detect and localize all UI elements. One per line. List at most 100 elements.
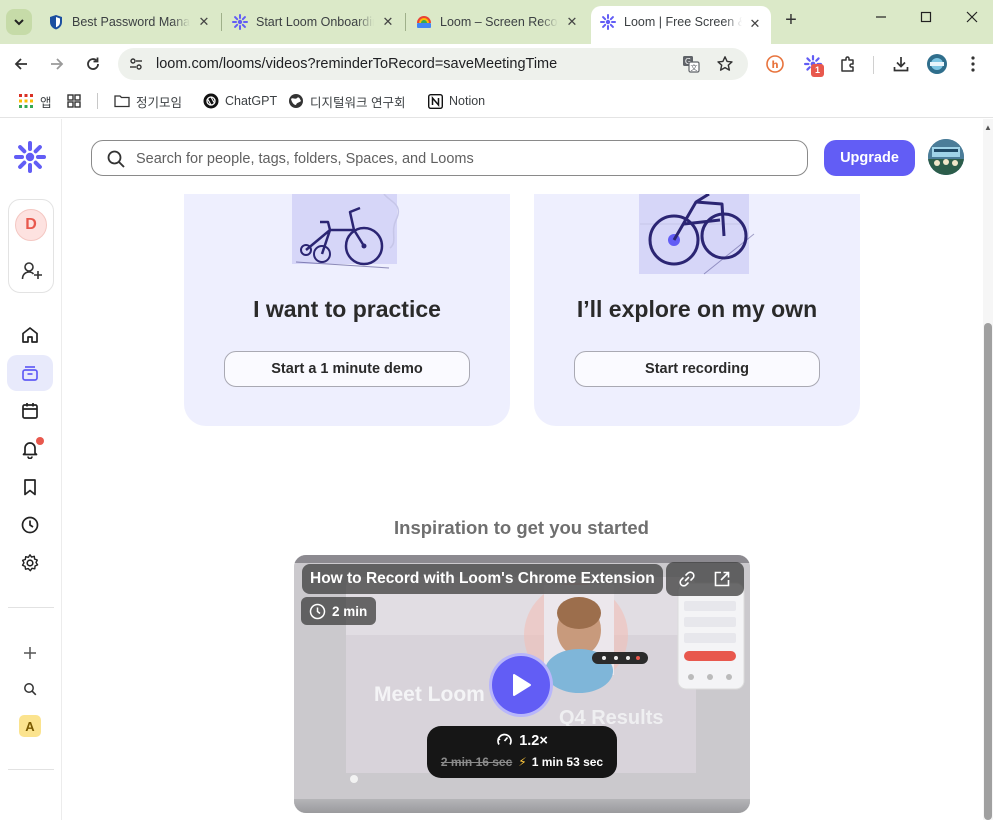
new-tab-button[interactable]: + [780,10,802,32]
lightning-icon: ⚡ [518,755,527,769]
toolbar-divider [873,56,874,74]
maximize-button[interactable] [914,10,938,32]
tab-label: Start Loom Onboarding [256,15,374,29]
translate-icon[interactable]: G文 [682,55,700,73]
profile-avatar-icon[interactable] [926,53,948,75]
tab-loom-recorder[interactable]: Loom – Screen Recorder ✕ [416,8,586,36]
reload-button[interactable] [82,53,104,75]
bookmark-label: 앱 [40,95,52,110]
start-demo-button[interactable]: Start a 1 minute demo [224,351,470,387]
reload-icon [87,57,99,70]
speed-row: 1.2× [427,732,617,749]
close-icon[interactable]: ✕ [380,14,396,30]
original-duration: 2 min 16 sec [440,755,513,769]
sidebar-item-space[interactable]: A [7,708,53,744]
bookmark-digital-work[interactable]: 디지털워크 연구회 [288,92,405,110]
tab-label: Loom | Free Screen & Video Recording [624,15,742,29]
extension-badge: 1 [811,64,824,77]
maximize-icon [920,11,932,23]
url-text[interactable]: loom.com/looms/videos?reminderToRecord=s… [156,56,557,72]
bookmark-tab-groups[interactable] [66,92,88,110]
tab-strip: Best Password Manager ✕ Start Loom Onboa… [0,0,993,44]
tab-label: Best Password Manager [72,15,190,29]
page-scrollbar[interactable]: ▲ [983,119,993,820]
bookmark-star-icon[interactable] [716,55,734,73]
sidebar-item-notifications[interactable] [7,431,53,467]
close-icon[interactable]: ✕ [196,14,212,30]
tab-loom-active[interactable]: Loom | Free Screen & Video Recording ✕ [591,6,771,44]
tab-divider [405,13,406,31]
chatgpt-icon [203,93,219,109]
link-icon[interactable] [678,570,696,588]
minimize-button[interactable] [869,10,893,32]
sidebar-divider [8,607,54,608]
extension-honey-icon[interactable]: h [764,53,786,75]
speed-indicator[interactable]: 1.2× 2 min 16 sec ⚡ 1 min 53 sec [427,726,617,778]
apps-grid-icon [18,93,34,109]
bookmarks-bar: 앱 정기모임 ChatGPT 디지털워크 연구회 Notion [0,84,993,118]
loom-logo-icon[interactable] [13,140,47,174]
bookmark-label: Notion [449,94,486,108]
play-button[interactable] [489,653,553,717]
extensions-puzzle-icon[interactable] [837,53,859,75]
speed-value: 1.2× [519,732,548,749]
card-title: I’ll explore on my own [576,296,818,322]
workspace-avatar[interactable]: D [15,209,47,241]
scrollbar-thumb[interactable] [984,323,992,820]
sidebar-item-watch-later[interactable] [7,469,53,505]
tab-password-manager[interactable]: Best Password Manager ✕ [48,8,218,36]
back-button[interactable] [10,53,32,75]
sidebar-item-settings[interactable] [7,545,53,581]
close-icon[interactable]: ✕ [747,16,763,32]
extension-loom-icon[interactable]: 1 [802,53,824,77]
video-progress-bar[interactable] [294,799,750,813]
library-icon [22,366,38,381]
scroll-up-icon[interactable]: ▲ [983,123,993,133]
video-title[interactable]: How to Record with Loom's Chrome Extensi… [302,564,663,594]
tab-loom-onboarding[interactable]: Start Loom Onboarding ✕ [232,8,402,36]
plus-icon [24,647,36,659]
loom-page: D A Search for people, tags, folders, Sp… [0,119,993,820]
sidebar-item-meetings[interactable] [7,393,53,429]
calendar-icon [22,403,38,419]
video-player[interactable]: Meet Loom Q4 Results How to Record with … [294,555,750,813]
tab-search-button[interactable] [6,9,32,35]
kids-bike-illustration-icon [292,194,400,269]
arrow-right-icon [51,58,64,70]
duration-text: 2 min [332,603,368,619]
site-settings-icon[interactable] [128,56,144,72]
bookmark-apps[interactable]: 앱 [18,92,52,110]
bookmark-notion[interactable]: Notion [427,92,485,110]
gear-icon [21,554,39,572]
shield-icon [48,14,64,30]
search-bar[interactable] [91,140,808,176]
search-input[interactable] [136,147,796,171]
start-recording-button[interactable]: Start recording [574,351,820,387]
sidebar-item-library[interactable] [7,355,53,391]
sidebar-item-new-space[interactable] [7,635,53,671]
play-icon [513,674,531,696]
add-member-icon[interactable] [19,258,45,284]
forward-button[interactable] [46,53,68,75]
more-menu-icon[interactable] [962,53,984,75]
user-avatar[interactable] [928,139,964,175]
fast-duration: 1 min 53 sec [531,755,604,769]
sidebar-item-search-spaces[interactable] [7,671,53,707]
sidebar-item-home[interactable] [7,317,53,353]
bookmark-folder[interactable]: 정기모임 [114,92,182,110]
chrome-webstore-icon [416,14,432,30]
tab-label: Loom – Screen Recorder [440,15,558,29]
downloads-icon[interactable] [890,53,912,75]
close-window-button[interactable] [960,10,984,32]
upgrade-button[interactable]: Upgrade [824,140,915,176]
bookmark-label: 정기모임 [136,95,183,110]
open-external-icon[interactable] [713,570,731,588]
browser-toolbar: loom.com/looms/videos?reminderToRecord=s… [0,44,993,84]
duration-badge: 2 min [301,597,377,625]
space-badge: A [19,715,41,737]
bookmark-chatgpt[interactable]: ChatGPT [203,92,277,110]
address-bar[interactable]: loom.com/looms/videos?reminderToRecord=s… [118,48,748,80]
minimize-icon [876,16,886,18]
home-icon [22,327,38,343]
close-icon[interactable]: ✕ [564,14,580,30]
